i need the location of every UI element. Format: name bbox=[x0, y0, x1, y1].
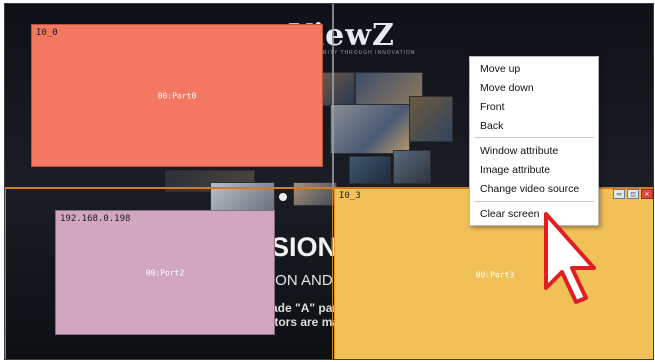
restore-icon[interactable]: ▭ bbox=[613, 189, 625, 199]
maximize-icon[interactable]: ◫ bbox=[627, 189, 639, 199]
mouse-pointer-icon bbox=[544, 212, 596, 304]
video-wall-canvas[interactable]: ViewZ SECURITY THROUGH INNOVATION SIONA … bbox=[4, 3, 654, 360]
menu-item-back[interactable]: Back bbox=[480, 120, 503, 132]
context-menu: Move up Move down Front Back Window attr… bbox=[469, 56, 599, 226]
window-port-label: 00:Port2 bbox=[145, 268, 185, 277]
window-ip-source[interactable]: 192.168.0.198 00:Port2 bbox=[55, 210, 275, 335]
menu-separator bbox=[474, 137, 594, 138]
grid-divider-vertical bbox=[332, 4, 334, 190]
window-title: I0_3 bbox=[339, 191, 361, 201]
window-io0[interactable]: I0_0 00:Port0 bbox=[31, 24, 323, 167]
window-port-label: 00:Port3 bbox=[475, 270, 515, 280]
menu-item-move-up[interactable]: Move up bbox=[480, 63, 520, 75]
video-thumbnail bbox=[409, 96, 453, 142]
menu-item-move-down[interactable]: Move down bbox=[480, 82, 534, 94]
window-title: I0_0 bbox=[36, 28, 58, 38]
video-thumbnail bbox=[330, 104, 410, 154]
menu-item-clear-screen[interactable]: Clear screen bbox=[480, 208, 540, 220]
menu-item-image-attribute[interactable]: Image attribute bbox=[480, 164, 550, 176]
menu-item-change-video-source[interactable]: Change video source bbox=[480, 183, 579, 195]
window-port-label: 00:Port0 bbox=[157, 91, 197, 100]
video-thumbnail bbox=[349, 156, 391, 184]
menu-item-front[interactable]: Front bbox=[480, 101, 505, 113]
video-thumbnail bbox=[393, 150, 431, 184]
close-icon[interactable]: ✕ bbox=[641, 189, 653, 199]
window-title: 192.168.0.198 bbox=[60, 214, 131, 224]
menu-separator bbox=[474, 201, 594, 202]
menu-item-window-attribute[interactable]: Window attribute bbox=[480, 145, 558, 157]
window-controls: ▭ ◫ ✕ bbox=[613, 189, 653, 199]
